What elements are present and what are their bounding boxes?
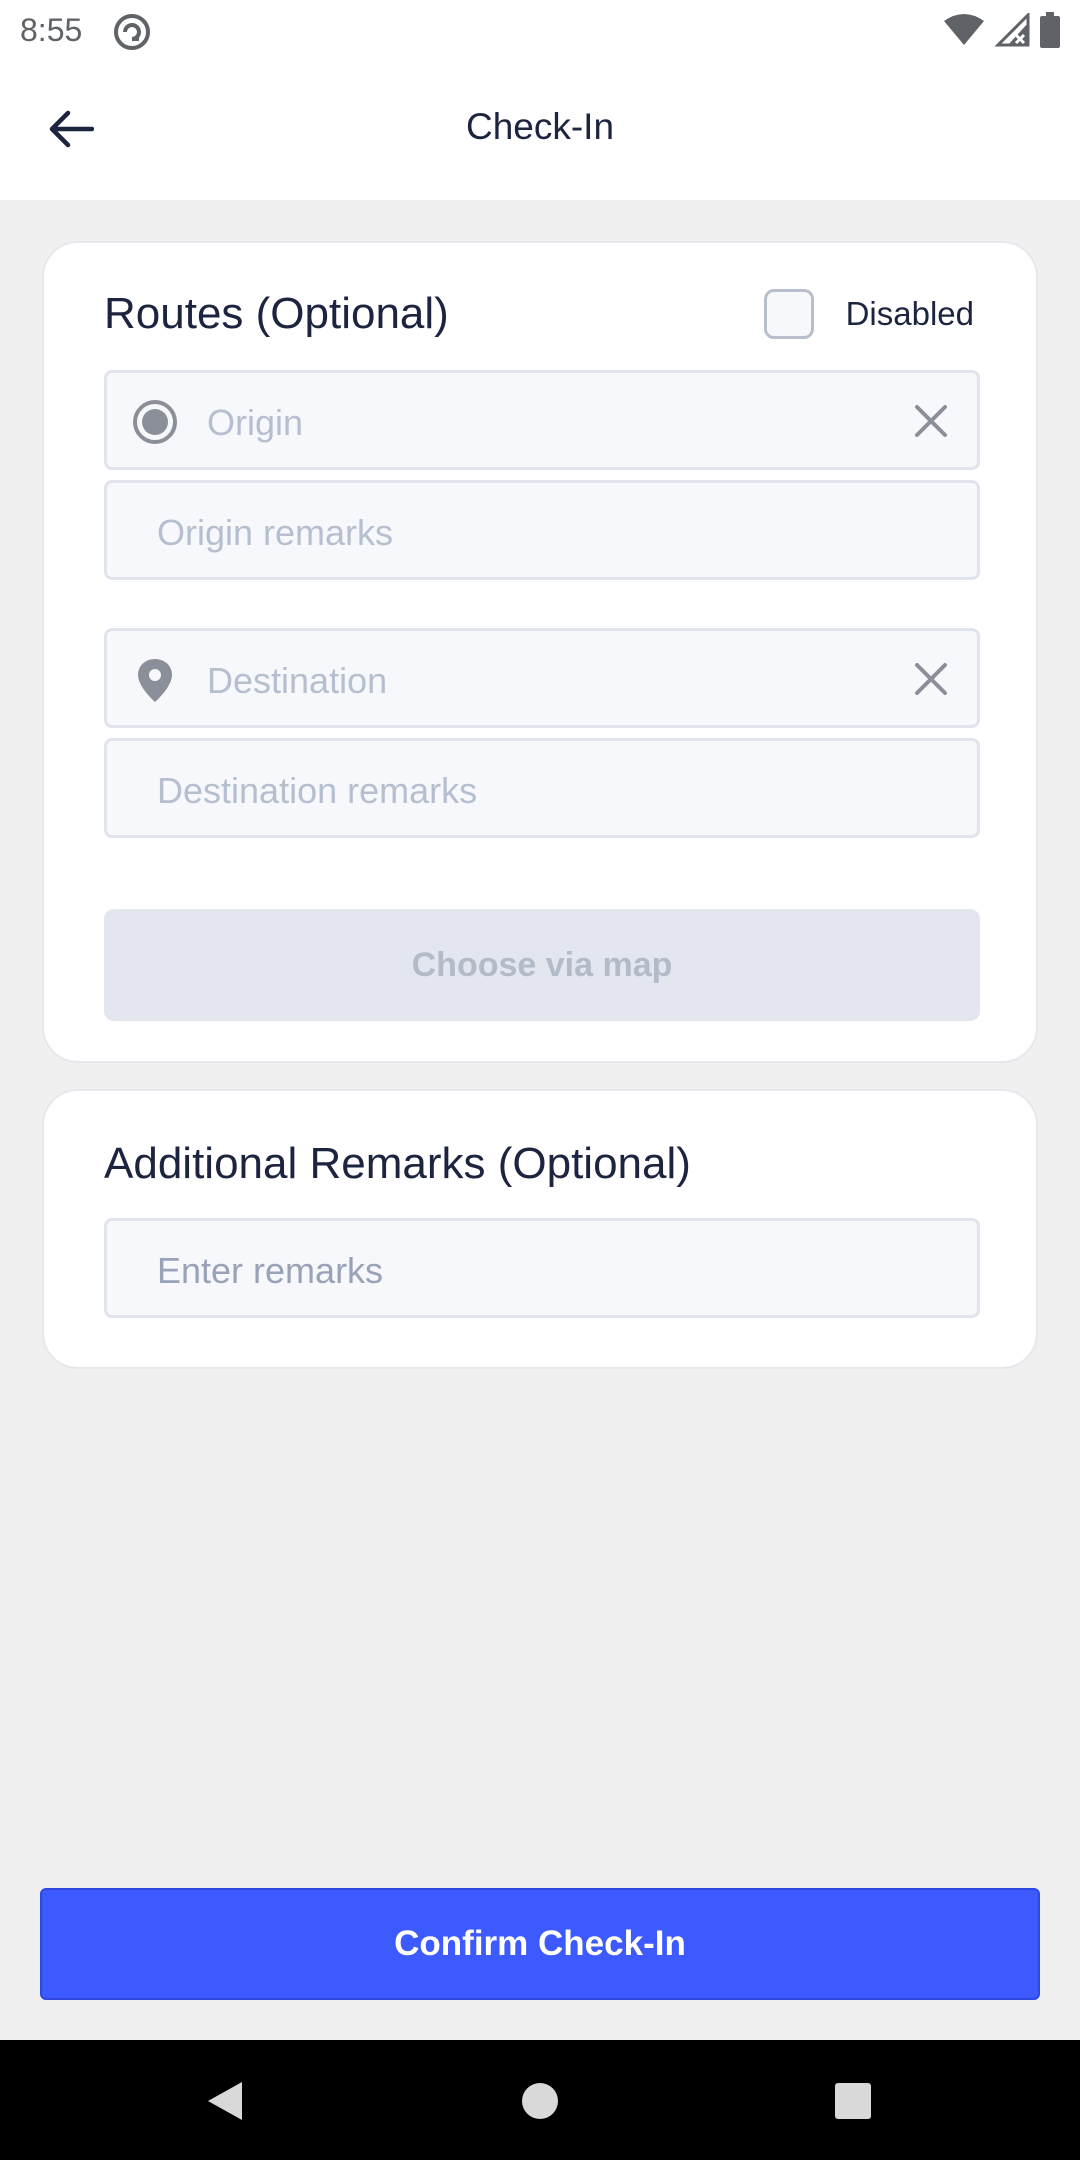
system-nav-bar <box>0 2040 1080 2160</box>
choose-via-map-button[interactable]: Choose via map <box>104 909 980 1021</box>
status-time: 8:55 <box>20 12 83 48</box>
clear-destination-icon[interactable] <box>911 659 951 699</box>
page-title: Check-In <box>465 106 615 147</box>
remarks-input[interactable]: Enter remarks <box>104 1218 980 1318</box>
signal-icon <box>994 10 1030 52</box>
confirm-check-in-button[interactable]: Confirm Check-In <box>40 1888 1040 2000</box>
radio-dot-icon <box>131 398 179 446</box>
destination-remarks-field[interactable]: Destination remarks <box>104 738 980 838</box>
back-triangle-icon[interactable] <box>204 2080 246 2122</box>
routes-card: Routes (Optional) Disabled Origin Origin… <box>42 241 1038 1063</box>
destination-field[interactable]: Destination <box>104 628 980 728</box>
destination-remarks-placeholder: Destination remarks <box>157 770 478 811</box>
origin-placeholder: Origin <box>207 402 304 443</box>
routes-toggle[interactable]: Disabled <box>763 289 974 339</box>
routes-title: Routes (Optional) <box>104 289 449 338</box>
disabled-checkbox[interactable] <box>763 289 814 339</box>
status-bar: 8:55 <box>0 0 1080 62</box>
app-bar: Check-In <box>0 62 1080 200</box>
app-notification-icon <box>112 12 152 52</box>
additional-remarks-title: Additional Remarks (Optional) <box>104 1139 691 1188</box>
origin-remarks-placeholder: Origin remarks <box>157 512 394 553</box>
battery-icon <box>1040 11 1060 53</box>
origin-remarks-field[interactable]: Origin remarks <box>104 480 980 580</box>
recents-square-icon[interactable] <box>832 2080 874 2122</box>
wifi-icon <box>944 13 984 52</box>
location-pin-icon <box>131 656 179 704</box>
home-circle-icon[interactable] <box>519 2080 561 2122</box>
remarks-placeholder: Enter remarks <box>157 1250 384 1291</box>
disabled-label: Disabled <box>845 295 974 332</box>
destination-placeholder: Destination <box>207 660 388 701</box>
additional-remarks-card: Additional Remarks (Optional) Enter rema… <box>42 1089 1038 1369</box>
clear-origin-icon[interactable] <box>911 401 951 441</box>
origin-field[interactable]: Origin <box>104 370 980 470</box>
